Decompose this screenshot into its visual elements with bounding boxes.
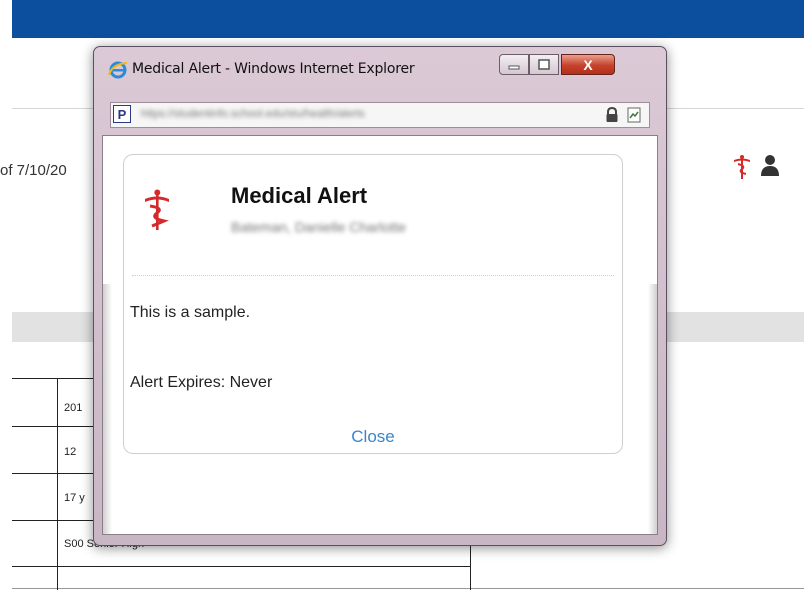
minimize-button[interactable] bbox=[499, 54, 529, 75]
medical-alert-icon[interactable] bbox=[733, 154, 751, 180]
student-name: Bateman, Danielle Charlotte bbox=[231, 219, 407, 235]
table-cell: 201 bbox=[64, 402, 83, 414]
close-link[interactable]: Close bbox=[124, 427, 622, 447]
user-icon[interactable] bbox=[760, 154, 780, 176]
maximize-button[interactable] bbox=[529, 54, 559, 75]
address-bar[interactable]: P https://studentinfo.school.edu/stu/hea… bbox=[110, 102, 650, 128]
medical-alert-dialog: Medical Alert Bateman, Danielle Charlott… bbox=[123, 154, 623, 454]
ie-popup-window: Medical Alert - Windows Internet Explore… bbox=[93, 46, 667, 546]
window-title: Medical Alert - Windows Internet Explore… bbox=[132, 61, 415, 77]
maximize-icon bbox=[538, 59, 550, 70]
site-favicon-icon: P bbox=[113, 105, 131, 123]
close-icon: X bbox=[583, 56, 593, 73]
dialog-title: Medical Alert bbox=[231, 183, 368, 208]
address-url: https://studentinfo.school.edu/stu/healt… bbox=[141, 108, 365, 120]
as-of-date-text: of 7/10/20 bbox=[0, 162, 67, 179]
lock-icon[interactable] bbox=[605, 107, 619, 123]
minimize-icon bbox=[508, 65, 520, 69]
alert-message: This is a sample. bbox=[130, 304, 251, 321]
dialog-divider bbox=[132, 275, 614, 276]
table-cell: 17 y bbox=[64, 492, 85, 504]
page-report-icon[interactable] bbox=[627, 107, 641, 123]
popup-content-area: Medical Alert Bateman, Danielle Charlott… bbox=[102, 135, 658, 535]
ie-logo-icon bbox=[108, 61, 128, 79]
alert-expiry: Alert Expires: Never bbox=[130, 374, 273, 391]
window-controls: X bbox=[499, 54, 615, 76]
table-cell: 12 bbox=[64, 446, 77, 458]
close-window-button[interactable]: X bbox=[561, 54, 615, 75]
caduceus-icon bbox=[145, 189, 169, 230]
top-banner bbox=[12, 0, 804, 38]
